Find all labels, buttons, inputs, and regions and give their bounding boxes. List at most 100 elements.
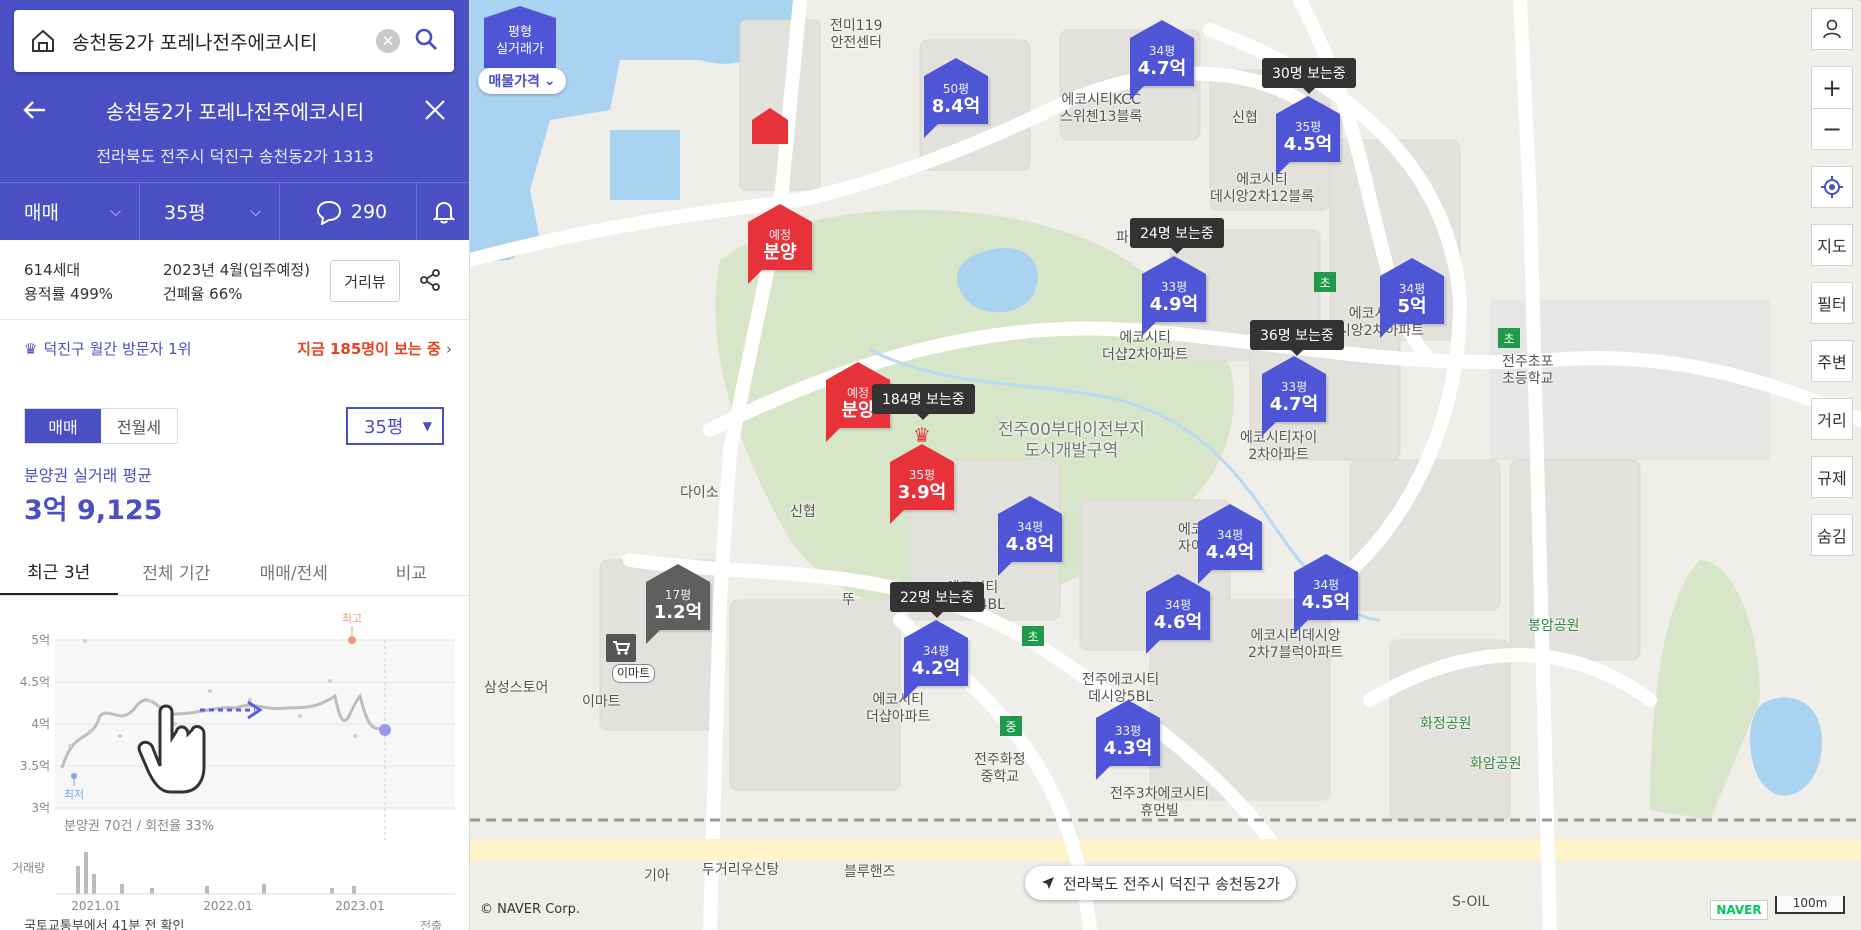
x-tick: 2023.01 xyxy=(335,899,385,913)
profile-button[interactable] xyxy=(1811,8,1853,50)
hide-button[interactable]: 숨김 xyxy=(1811,514,1853,556)
x-tick: 2022.01 xyxy=(203,899,253,913)
tab-sale[interactable]: 매매 xyxy=(25,409,101,443)
price-marker[interactable]: 35평 4.5억 xyxy=(1276,96,1340,176)
map-label: 화암공원 xyxy=(1470,756,1522,772)
crosshair-icon xyxy=(1821,176,1843,198)
current-location-pill[interactable]: 전라북도 전주시 덕진구 송천동2가 xyxy=(1025,866,1297,900)
clear-icon[interactable]: ✕ xyxy=(376,29,400,53)
viewers-bubble[interactable]: 22명 보는중 xyxy=(890,582,984,618)
complex-info: 614세대 용적률 499% 2023년 4월(입주예정) 건폐율 66% 거리뷰 xyxy=(0,240,469,320)
tab-all-period[interactable]: 전체 기간 xyxy=(118,548,236,595)
title-bar: 송천동2가 포레나전주에코시티 xyxy=(0,88,469,132)
chart-size-select[interactable]: 35평 ▼ xyxy=(346,407,444,445)
regulation-button[interactable]: 규제 xyxy=(1811,456,1853,498)
average-value: 3억 9,125 xyxy=(24,495,163,526)
map-label: 다이소 xyxy=(680,485,719,501)
nearby-button[interactable]: 주변 xyxy=(1811,340,1853,382)
cart-icon[interactable] xyxy=(606,634,636,662)
price-marker[interactable]: 34평 4.5억 xyxy=(1294,554,1358,634)
y-tick: 4억 xyxy=(31,717,50,731)
map-canvas[interactable]: 전미119 안전센터 에코시티KCC 스위첸13블록 신협 에코시티 데시앙2차… xyxy=(470,0,1861,930)
chevron-down-icon: ⌵ xyxy=(110,203,121,220)
visitor-banner[interactable]: ♛ 덕진구 월간 방문자 1위 지금 185명이 보는 중 › xyxy=(24,338,452,359)
trade-type-label: 매매 xyxy=(24,202,59,224)
zoom-out-button[interactable]: − xyxy=(1811,108,1853,150)
size-dropdown[interactable]: 35평 ⌵ xyxy=(140,183,280,240)
price-marker[interactable]: 34평 4.2억 xyxy=(904,620,968,700)
price-marker-top[interactable]: ♛ 35평 3.9억 xyxy=(890,425,954,524)
notification-button[interactable] xyxy=(417,183,469,240)
price-marker[interactable]: 33평 4.7억 xyxy=(1262,356,1326,436)
zoom-in-button[interactable]: + xyxy=(1811,66,1853,108)
viewers-bubble[interactable]: 24명 보는중 xyxy=(1130,218,1224,254)
viewers-bubble[interactable]: 184명 보는중 xyxy=(872,384,975,420)
map-label: 전미119 안전센터 xyxy=(830,18,883,51)
tab-recent-3y[interactable]: 최근 3년 xyxy=(0,548,118,595)
search-bar[interactable]: 송천동2가 포레나전주에코시티 ✕ xyxy=(14,10,454,72)
search-input[interactable]: 송천동2가 포레나전주에코시티 xyxy=(72,28,376,55)
person-icon xyxy=(1823,19,1841,39)
map-label: 뚜 xyxy=(842,592,855,608)
current-location-label: 전라북도 전주시 덕진구 송천동2가 xyxy=(1063,874,1281,893)
price-marker[interactable]: 34평 4.8억 xyxy=(998,496,1062,576)
detail-panel: 송천동2가 포레나전주에코시티 ✕ 송천동2가 포레나전주에코시티 전라북도 전… xyxy=(0,0,470,930)
price-chart[interactable]: 5억 4.5억 4억 3.5억 3억 최고 최저 분양권 70건 / 회전율 3… xyxy=(0,596,469,930)
move-in-text: 2023년 4월(입주예정) xyxy=(163,261,310,279)
house-icon[interactable] xyxy=(752,108,788,120)
chevron-down-icon: ⌵ xyxy=(250,203,261,220)
filter-button[interactable]: 필터 xyxy=(1811,282,1853,324)
viewers-bubble[interactable]: 36명 보는중 xyxy=(1250,320,1344,356)
navigate-icon xyxy=(1042,877,1054,889)
price-marker[interactable]: 예정 분양 xyxy=(748,204,812,284)
map-label: 전주화정 중학교 xyxy=(974,752,1026,785)
school-flag-icon[interactable]: 초 xyxy=(1022,626,1044,646)
visitor-rank: 덕진구 월간 방문자 1위 xyxy=(43,340,192,358)
search-icon[interactable] xyxy=(414,27,438,55)
my-location-button[interactable] xyxy=(1811,166,1853,208)
price-marker[interactable]: 34평 4.4억 xyxy=(1198,504,1262,584)
street-view-button[interactable]: 거리뷰 xyxy=(330,260,400,302)
comments-button[interactable]: 290 xyxy=(280,183,417,240)
pyeong-price-badge[interactable]: 평형 실거래가 xyxy=(484,6,556,68)
distance-button[interactable]: 거리 xyxy=(1811,398,1853,440)
average-label: 분양권 실거래 평균 xyxy=(24,466,152,485)
price-marker[interactable]: 50평 8.4억 xyxy=(924,58,988,138)
map-label: 신협 xyxy=(1232,110,1258,126)
close-icon[interactable] xyxy=(400,99,469,121)
price-marker[interactable]: 33평 4.9억 xyxy=(1142,256,1206,336)
naver-logo: NAVER xyxy=(1710,900,1768,920)
tab-rent[interactable]: 전월세 xyxy=(101,409,177,443)
viewers-bubble[interactable]: 30명 보는중 xyxy=(1262,58,1356,94)
home-icon[interactable] xyxy=(14,28,72,54)
caret-down-icon: ▼ xyxy=(422,419,432,433)
map-type-button[interactable]: 지도 xyxy=(1811,224,1853,266)
price-marker[interactable]: 34평 5억 xyxy=(1380,258,1444,338)
share-icon[interactable] xyxy=(418,268,442,296)
map-toolbar: + − 지도 필터 주변 거리 규제 숨김 xyxy=(1811,8,1853,572)
school-flag-icon[interactable]: 초 xyxy=(1498,328,1520,348)
price-marker[interactable]: 34평 4.6억 xyxy=(1146,574,1210,654)
back-arrow-icon[interactable] xyxy=(0,100,70,120)
comments-count: 290 xyxy=(350,200,388,223)
price-marker[interactable]: 33평 4.3억 xyxy=(1096,700,1160,780)
map-label: 에코시티 데시앙2차12블록 xyxy=(1210,172,1315,205)
selector-bar: 매매 ⌵ 35평 ⌵ 290 xyxy=(0,182,469,240)
comment-icon xyxy=(316,200,341,225)
trade-type-dropdown[interactable]: 매매 ⌵ xyxy=(0,183,140,240)
price-marker[interactable]: 34평 4.7억 xyxy=(1130,20,1194,100)
trade-tabs: 매매 전월세 xyxy=(24,408,178,444)
size-label: 35평 xyxy=(164,202,206,224)
panel-header: 송천동2가 포레나전주에코시티 ✕ 송천동2가 포레나전주에코시티 전라북도 전… xyxy=(0,0,469,240)
tab-sale-jeonse[interactable]: 매매/전세 xyxy=(235,548,353,595)
map-label: 전주초포 초등학교 xyxy=(1502,354,1554,387)
map-scale: 100m xyxy=(1775,896,1845,914)
emart-tag: 이마트 xyxy=(612,664,656,683)
tab-compare[interactable]: 비교 xyxy=(353,548,470,595)
school-flag-icon[interactable]: 초 xyxy=(1314,272,1336,292)
school-flag-icon[interactable]: 중 xyxy=(1000,716,1022,736)
chart-bottom-text: 국토교통부에서 41분 전 확인 xyxy=(24,919,185,930)
price-marker[interactable]: 17평 1.2억 xyxy=(646,564,710,644)
map-label: 기아 xyxy=(644,868,670,884)
price-type-dropdown[interactable]: 매물가격 ⌄ xyxy=(478,68,566,94)
